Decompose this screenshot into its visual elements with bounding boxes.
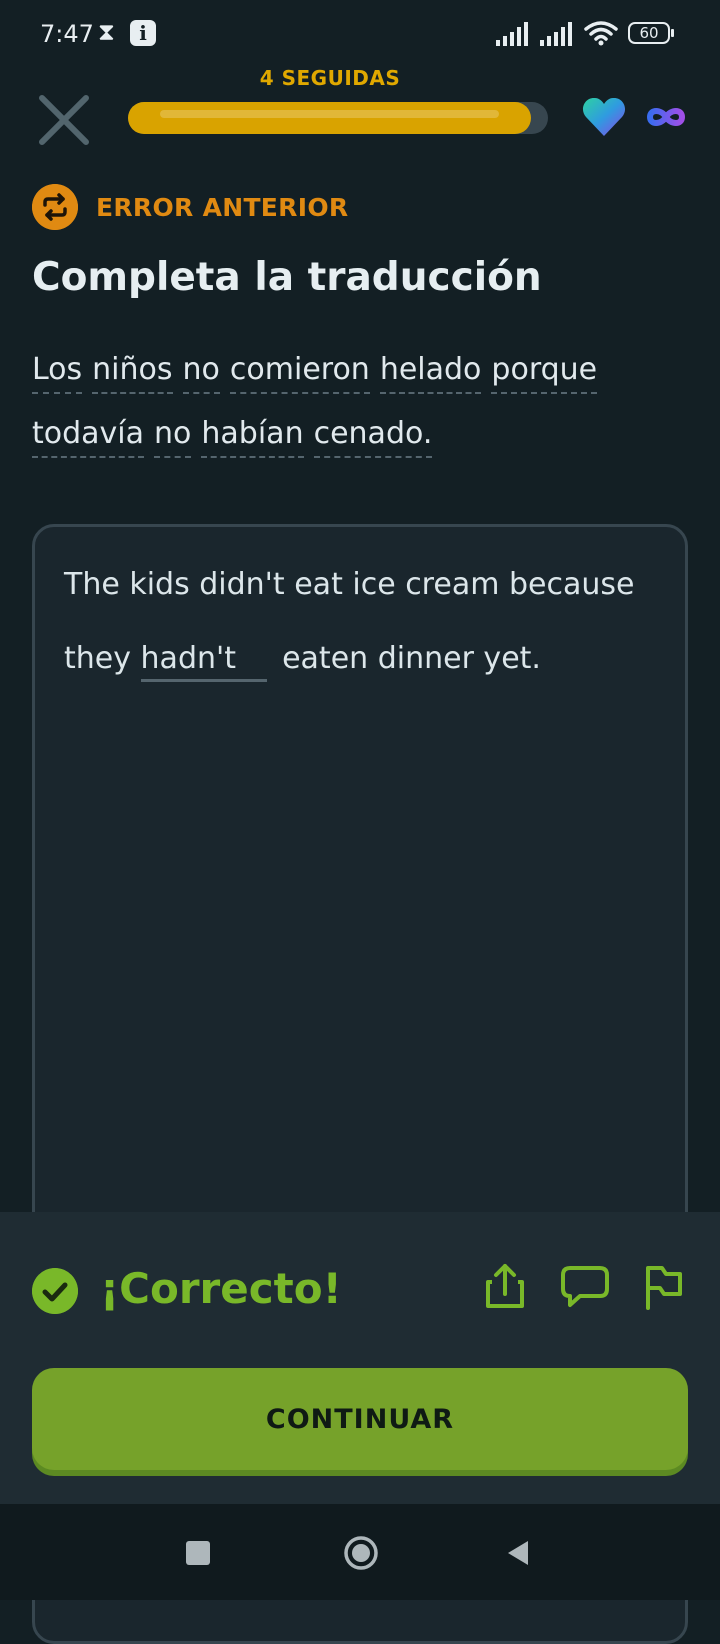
source-word[interactable]: habían [201,416,304,458]
source-word[interactable]: todavía [32,416,145,458]
comment-icon[interactable] [560,1264,610,1308]
wifi-icon [584,21,618,46]
answer-before-blank: they [64,641,131,676]
back-triangle-icon[interactable] [506,1539,530,1567]
progress-shine [160,110,499,118]
report-flag-icon[interactable] [642,1262,684,1310]
answer-after-blank: eaten dinner yet. [282,641,541,676]
source-word[interactable]: comieron [229,352,370,394]
close-icon[interactable] [38,94,90,146]
check-circle-icon [32,1268,78,1314]
share-icon[interactable] [482,1262,528,1310]
repeat-icon [32,184,78,230]
source-word[interactable]: cenado. [313,416,433,458]
exercise-title: Completa la traducción [32,255,542,300]
heart-icon[interactable] [582,96,626,138]
source-word[interactable]: no [154,416,192,458]
home-circle-icon[interactable] [343,1535,379,1571]
info-icon: i [130,20,156,46]
hourglass-icon: ⧗ [98,18,115,46]
signal-icon [496,22,528,46]
status-time: 7:47 [40,20,94,48]
continue-button[interactable]: CONTINUAR [32,1368,688,1470]
source-word[interactable]: porque [491,352,598,394]
infinity-icon[interactable] [644,100,688,134]
battery-icon: 60 [628,22,674,44]
answer-sentence: The kids didn't eat ice cream because th… [64,548,684,696]
source-word[interactable]: no [182,352,220,394]
answer-line-1: The kids didn't eat ice cream because [64,567,635,602]
source-word[interactable]: Los [32,352,83,394]
source-word[interactable]: niños [92,352,173,394]
status-bar: 7:47 ⧗ i 60 [0,0,720,70]
recents-square-icon[interactable] [186,1541,210,1565]
signal-icon [540,22,572,46]
feedback-message: ¡Correcto! [100,1264,342,1313]
previous-mistake-label: ERROR ANTERIOR [96,193,349,222]
source-word[interactable]: helado [379,352,482,394]
answer-blank-input[interactable]: hadn't [140,639,267,682]
progress-fill [128,102,531,134]
lesson-progress-bar [128,102,548,134]
streak-counter: 4 SEGUIDAS [259,66,401,90]
source-sentence: Los niños no comieron helado porquetodavía no h… [32,338,672,466]
